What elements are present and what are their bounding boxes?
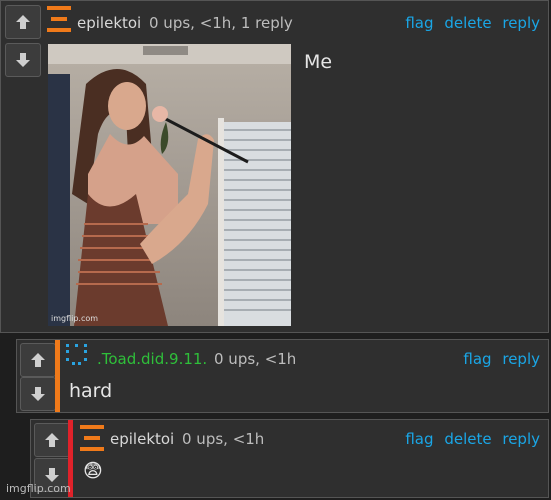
comment-1: epilektoi 0 ups, <1h, 1 reply flag delet… <box>0 0 549 333</box>
delete-link[interactable]: delete <box>444 430 491 448</box>
comment-image[interactable]: imgflip.com <box>48 44 291 326</box>
comment-text: Me <box>304 51 333 73</box>
upvote-arrow-icon <box>16 15 30 29</box>
upvote-button[interactable] <box>20 343 56 377</box>
reply-link[interactable]: reply <box>502 350 540 368</box>
reply-link[interactable]: reply <box>502 430 540 448</box>
comment-actions: flag reply <box>457 350 540 368</box>
flag-link[interactable]: flag <box>463 350 491 368</box>
reply-accent-bar <box>55 340 60 412</box>
username[interactable]: epilektoi <box>77 14 141 32</box>
photo-illustration <box>48 44 291 326</box>
upvote-button[interactable] <box>5 5 41 39</box>
avatar-icon[interactable] <box>47 5 71 33</box>
comment-meta: 0 ups, <1h <box>214 350 297 368</box>
comment-actions: flag delete reply <box>399 430 540 448</box>
delete-link[interactable]: delete <box>444 14 491 32</box>
avatar-icon[interactable] <box>80 424 104 452</box>
comment-actions: flag delete reply <box>399 14 540 32</box>
upvote-arrow-icon <box>31 353 45 367</box>
avatar-icon[interactable] <box>66 344 90 368</box>
comment-emoji: 😨 <box>83 460 103 482</box>
downvote-button[interactable] <box>5 43 41 77</box>
flag-link[interactable]: flag <box>405 430 433 448</box>
comment-meta: 0 ups, <1h, 1 reply <box>149 14 293 32</box>
vote-column <box>1 1 41 332</box>
downvote-arrow-icon <box>16 53 30 67</box>
username[interactable]: epilektoi <box>110 430 174 448</box>
upvote-arrow-icon <box>45 433 59 447</box>
flag-link[interactable]: flag <box>405 14 433 32</box>
downvote-button[interactable] <box>20 377 56 411</box>
comment-3: epilektoi 0 ups, <1h flag delete reply 😨 <box>30 419 549 498</box>
footer-watermark: imgflip.com <box>6 482 71 495</box>
vote-column <box>17 340 56 412</box>
upvote-button[interactable] <box>34 423 70 457</box>
username[interactable]: .Toad.did.9.11. <box>97 350 207 368</box>
comment-meta: 0 ups, <1h <box>182 430 265 448</box>
reply-link[interactable]: reply <box>502 14 540 32</box>
comment-text: hard <box>69 380 113 402</box>
downvote-arrow-icon <box>31 387 45 401</box>
comment-2: .Toad.did.9.11. 0 ups, <1h flag reply ha… <box>16 339 549 413</box>
image-watermark: imgflip.com <box>51 314 99 323</box>
